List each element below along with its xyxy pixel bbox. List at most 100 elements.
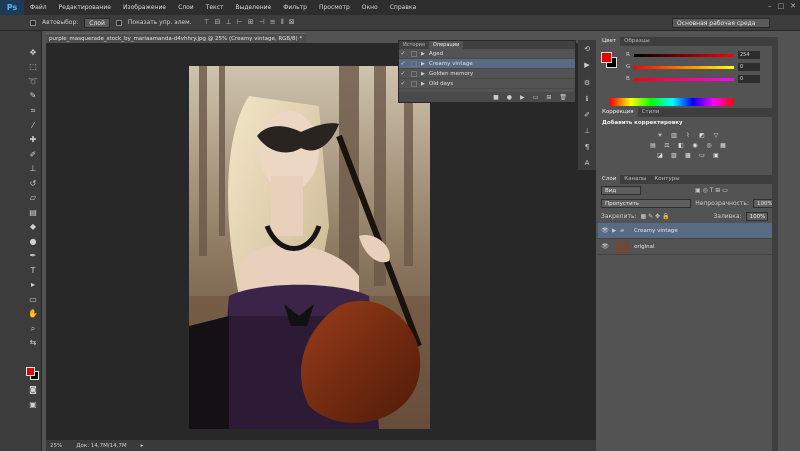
green-slider[interactable]: G 0: [626, 63, 766, 72]
tab-history[interactable]: История: [399, 41, 429, 49]
play-icon[interactable]: ▶: [520, 94, 525, 101]
info-panel-icon[interactable]: ℹ: [582, 94, 592, 104]
action-item[interactable]: ✓ ▶ Aged: [399, 49, 575, 59]
align-right-icon[interactable]: ⊣: [259, 18, 265, 27]
pen-tool-icon[interactable]: ✒: [27, 251, 39, 261]
stop-icon[interactable]: ■: [493, 94, 499, 101]
menu-layers[interactable]: Слои: [172, 4, 200, 11]
new-action-icon[interactable]: ⊞: [546, 94, 551, 101]
brush-panel-icon[interactable]: ✐: [582, 110, 592, 120]
tab-paths[interactable]: Контуры: [650, 175, 683, 184]
status-arrow-icon[interactable]: ▸: [141, 443, 144, 449]
exposure-icon[interactable]: ◩: [698, 132, 707, 139]
lock-icons[interactable]: ▦ ✎ ✥ 🔒: [641, 213, 670, 220]
new-set-icon[interactable]: ▭: [533, 94, 539, 101]
blue-slider[interactable]: B 0: [626, 75, 766, 84]
threshold-icon[interactable]: ▩: [684, 152, 693, 159]
hand-tool-icon[interactable]: ✋: [27, 309, 39, 319]
quick-select-tool-icon[interactable]: ✎: [27, 91, 39, 101]
swap-colors-icon[interactable]: ⇆: [27, 338, 39, 348]
layer-filter-dropdown[interactable]: Вид: [601, 186, 641, 195]
foreground-color-swatch[interactable]: [26, 367, 35, 376]
action-dialog-toggle[interactable]: [411, 60, 417, 67]
paragraph-panel-icon[interactable]: ¶: [582, 142, 592, 152]
workspace-dropdown[interactable]: Основная рабочая среда: [672, 18, 770, 28]
eyedropper-tool-icon[interactable]: ⁄: [27, 121, 39, 131]
align-top-icon[interactable]: ⊤: [204, 18, 210, 27]
autoselect-checkbox[interactable]: [30, 19, 36, 26]
action-check-icon[interactable]: ✓: [399, 80, 407, 87]
crop-tool-icon[interactable]: ⌗: [27, 106, 39, 116]
visibility-eye-icon[interactable]: 👁: [598, 227, 612, 234]
layer-name[interactable]: original: [634, 244, 655, 250]
foreground-color-big[interactable]: [601, 52, 612, 63]
move-tool-icon[interactable]: ✥: [27, 48, 39, 58]
tab-layers[interactable]: Слои: [598, 175, 621, 184]
document-tab[interactable]: purple_masquerade_stock_by_mariaamanda-d…: [46, 33, 306, 43]
align-bottom-icon[interactable]: ⊥: [226, 18, 232, 27]
brightness-icon[interactable]: ☀: [656, 132, 665, 139]
type-tool-icon[interactable]: T: [27, 266, 39, 276]
group-expand-icon[interactable]: ▶: [612, 228, 620, 234]
invert-icon[interactable]: ◪: [656, 152, 665, 159]
tab-channels[interactable]: Каналы: [620, 175, 650, 184]
properties-panel-icon[interactable]: ⚙: [582, 78, 592, 88]
shape-tool-icon[interactable]: ▭: [27, 295, 39, 305]
action-check-icon[interactable]: ✓: [399, 70, 407, 77]
brush-tool-icon[interactable]: ✐: [27, 150, 39, 160]
menu-view[interactable]: Просмотр: [313, 4, 356, 11]
menu-filter[interactable]: Фильтр: [277, 4, 313, 11]
filter-icons[interactable]: ▣ ◎ T ⊞ ▭: [695, 187, 728, 194]
menu-text[interactable]: Текст: [200, 4, 230, 11]
channel-mixer-icon[interactable]: ◎: [705, 142, 714, 149]
tab-swatches[interactable]: Образцы: [620, 37, 654, 46]
minimize-button[interactable]: –: [768, 2, 772, 10]
blur-tool-icon[interactable]: ◆: [27, 222, 39, 232]
red-track[interactable]: [634, 54, 734, 57]
menu-image[interactable]: Изображение: [117, 4, 172, 11]
lasso-tool-icon[interactable]: ➰: [27, 77, 39, 87]
action-dialog-toggle[interactable]: [411, 70, 417, 77]
dodge-tool-icon[interactable]: ●: [27, 237, 39, 247]
curves-icon[interactable]: ⌇: [684, 132, 693, 139]
layer-name[interactable]: Creamy vintage: [634, 228, 678, 234]
posterize-icon[interactable]: ▨: [670, 152, 679, 159]
zoom-level[interactable]: 25%: [50, 443, 62, 449]
levels-icon[interactable]: ▥: [670, 132, 679, 139]
character-panel-icon[interactable]: A: [582, 158, 592, 168]
red-value[interactable]: 254: [738, 51, 760, 59]
action-dialog-toggle[interactable]: [411, 80, 417, 87]
document-image[interactable]: [189, 66, 430, 429]
green-track[interactable]: [634, 66, 734, 69]
black-white-icon[interactable]: ◧: [677, 142, 686, 149]
color-spectrum[interactable]: [610, 98, 734, 106]
eraser-tool-icon[interactable]: ▱: [27, 193, 39, 203]
clone-source-icon[interactable]: ⊥: [582, 126, 592, 136]
action-item-selected[interactable]: ✓ ▶ Creamy vintage: [399, 59, 575, 69]
history-brush-tool-icon[interactable]: ↺: [27, 179, 39, 189]
tab-actions[interactable]: Операции: [428, 41, 464, 49]
autoselect-dropdown[interactable]: Слой: [84, 17, 110, 28]
actions-panel-icon[interactable]: ▶: [582, 60, 592, 70]
screen-mode-icon[interactable]: ▣: [27, 400, 39, 410]
action-item[interactable]: ✓ ▶ Golden memory: [399, 69, 575, 79]
menu-edit[interactable]: Редактирование: [53, 4, 117, 11]
action-dialog-toggle[interactable]: [411, 50, 417, 57]
blend-mode-dropdown[interactable]: Пропустить: [601, 199, 692, 208]
zoom-tool-icon[interactable]: ⌕: [27, 324, 39, 334]
menu-help[interactable]: Справка: [384, 4, 422, 11]
menu-window[interactable]: Окно: [356, 4, 384, 11]
gradient-tool-icon[interactable]: ▤: [27, 208, 39, 218]
green-value[interactable]: 0: [738, 63, 760, 71]
align-left-icon[interactable]: ⊢: [237, 18, 243, 27]
maximize-button[interactable]: □: [778, 2, 785, 10]
selective-color-icon[interactable]: ▣: [712, 152, 721, 159]
delete-action-icon[interactable]: 🗑: [559, 94, 567, 101]
close-window-button[interactable]: ✕: [790, 2, 796, 10]
history-panel-icon[interactable]: ⟲: [582, 44, 592, 54]
blue-value[interactable]: 0: [738, 75, 760, 83]
red-slider[interactable]: R 254: [626, 51, 766, 60]
layer-row-image[interactable]: 👁 original: [598, 239, 778, 255]
align-middle-icon[interactable]: ⊟: [215, 18, 221, 27]
gradient-map-icon[interactable]: ▭: [698, 152, 707, 159]
